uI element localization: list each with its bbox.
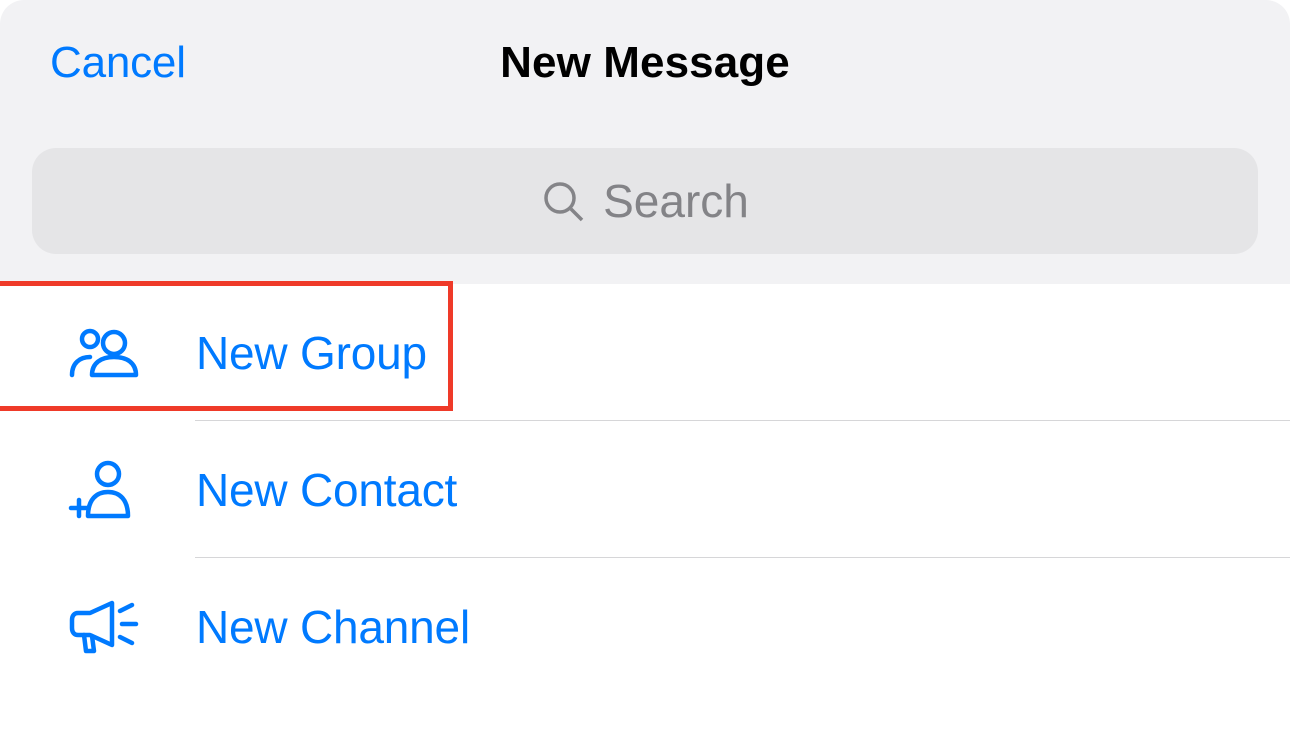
page-title: New Message xyxy=(500,38,790,88)
modal-header: Cancel New Message Search xyxy=(0,0,1290,284)
new-contact-label: New Contact xyxy=(196,463,457,517)
new-contact-option[interactable]: New Contact xyxy=(0,421,1290,558)
cancel-button[interactable]: Cancel xyxy=(50,38,186,88)
megaphone-icon xyxy=(68,595,148,659)
search-input[interactable]: Search xyxy=(32,148,1258,254)
new-group-label: New Group xyxy=(196,326,427,380)
header-row: Cancel New Message xyxy=(50,38,1240,88)
search-placeholder: Search xyxy=(603,174,749,228)
options-list: New Group New Contact New Channel xyxy=(0,284,1290,695)
new-channel-option[interactable]: New Channel xyxy=(0,558,1290,695)
search-icon xyxy=(541,179,585,223)
new-channel-label: New Channel xyxy=(196,600,470,654)
add-contact-icon xyxy=(68,458,148,522)
group-icon xyxy=(68,321,148,385)
new-group-option[interactable]: New Group xyxy=(0,284,1290,421)
